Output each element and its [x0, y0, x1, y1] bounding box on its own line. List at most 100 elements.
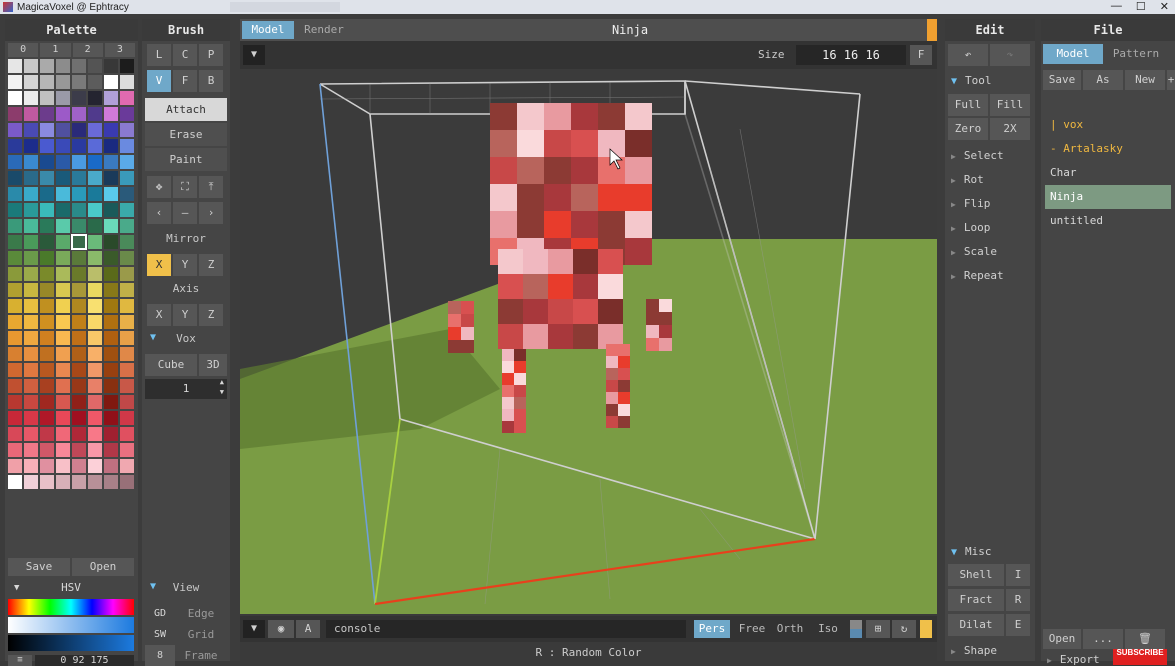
fract-button[interactable]: Fract — [948, 589, 1004, 611]
more-options-icon[interactable]: ... — [1083, 629, 1123, 649]
palette-swatch[interactable] — [40, 283, 54, 297]
palette-swatch[interactable] — [88, 107, 102, 121]
dash-icon[interactable]: — — [173, 202, 197, 224]
palette-swatch[interactable] — [8, 331, 22, 345]
palette-swatch[interactable] — [120, 459, 134, 473]
palette-swatch[interactable] — [104, 203, 118, 217]
tab-render[interactable]: Render — [298, 21, 350, 39]
tab-model[interactable]: Model — [242, 21, 294, 39]
palette-swatch[interactable] — [88, 91, 102, 105]
palette-swatch[interactable] — [88, 363, 102, 377]
palette-swatch[interactable] — [8, 203, 22, 217]
palette-swatch[interactable] — [24, 171, 38, 185]
palette-swatch[interactable] — [40, 299, 54, 313]
view-frame-row[interactable]: 8 Frame — [145, 645, 227, 666]
palette-swatch[interactable] — [88, 59, 102, 73]
palette-swatch[interactable] — [72, 251, 86, 265]
palette-swatch[interactable] — [24, 107, 38, 121]
chevron-right-icon[interactable]: › — [199, 202, 223, 224]
palette-swatch[interactable] — [120, 75, 134, 89]
palette-swatch[interactable] — [56, 219, 70, 233]
palette-swatch[interactable] — [40, 123, 54, 137]
file-new-button[interactable]: New — [1125, 70, 1165, 90]
palette-swatch[interactable] — [104, 347, 118, 361]
palette-swatch[interactable] — [104, 155, 118, 169]
palette-swatch[interactable] — [56, 395, 70, 409]
palette-swatch[interactable] — [72, 475, 86, 489]
palette-swatch[interactable] — [56, 411, 70, 425]
palette-swatch[interactable] — [24, 475, 38, 489]
palette-swatch[interactable] — [104, 235, 118, 249]
palette-swatch[interactable] — [24, 395, 38, 409]
palette-swatch[interactable] — [56, 187, 70, 201]
hsv-header[interactable]: ▼ HSV — [8, 580, 134, 596]
palette-swatch[interactable] — [8, 155, 22, 169]
palette-swatch[interactable] — [88, 475, 102, 489]
palette-swatch[interactable] — [88, 331, 102, 345]
palette-tab-3[interactable]: 3 — [104, 43, 135, 57]
palette-swatch[interactable] — [56, 139, 70, 153]
palette-swatch[interactable] — [72, 331, 86, 345]
export-item[interactable]: ▶ Export — [1047, 653, 1100, 666]
palette-swatch[interactable] — [40, 475, 54, 489]
palette-swatch[interactable] — [40, 411, 54, 425]
palette-swatch[interactable] — [120, 123, 134, 137]
palette-swatch[interactable] — [104, 91, 118, 105]
palette-swatch[interactable] — [72, 299, 86, 313]
palette-swatch[interactable] — [56, 427, 70, 441]
palette-swatch[interactable] — [120, 107, 134, 121]
palette-swatch[interactable] — [24, 187, 38, 201]
palette-swatch[interactable] — [56, 379, 70, 393]
palette-swatch[interactable] — [40, 395, 54, 409]
palette-swatch[interactable] — [40, 235, 54, 249]
palette-swatch[interactable] — [40, 267, 54, 281]
palette-swatch[interactable] — [40, 459, 54, 473]
palette-swatch[interactable] — [8, 427, 22, 441]
subscribe-badge[interactable]: SUBSCRIBE — [1113, 649, 1167, 665]
tool-header[interactable]: ▼ Tool — [951, 74, 992, 87]
palette-swatch[interactable] — [72, 91, 86, 105]
palette-swatch[interactable] — [104, 411, 118, 425]
palette-swatch[interactable] — [56, 75, 70, 89]
palette-swatch[interactable] — [120, 267, 134, 281]
palette-swatch[interactable] — [8, 379, 22, 393]
palette-swatch[interactable] — [56, 299, 70, 313]
brush-c-button[interactable]: C — [173, 44, 197, 66]
file-open-button[interactable]: Open — [1043, 629, 1081, 649]
palette-swatch[interactable] — [120, 59, 134, 73]
palette-swatch[interactable] — [24, 203, 38, 217]
palette-swatch[interactable] — [56, 59, 70, 73]
brush-p-button[interactable]: P — [199, 44, 223, 66]
palette-swatch[interactable] — [56, 363, 70, 377]
dropdown-triangle-icon[interactable]: ▼ — [243, 45, 265, 65]
palette-swatch[interactable] — [40, 187, 54, 201]
palette-swatch[interactable] — [72, 283, 86, 297]
palette-swatch[interactable] — [104, 139, 118, 153]
palette-swatch[interactable] — [120, 363, 134, 377]
palette-swatch[interactable] — [104, 251, 118, 265]
axis-y-button[interactable]: Y — [173, 304, 197, 326]
shell-shortcut[interactable]: I — [1006, 564, 1030, 586]
palette-swatch[interactable] — [72, 107, 86, 121]
file-item-untitled[interactable]: untitled — [1045, 209, 1171, 233]
palette-swatch[interactable] — [72, 315, 86, 329]
size-field[interactable]: 16 16 16 — [796, 45, 906, 65]
palette-swatch[interactable] — [88, 203, 102, 217]
palette-swatch[interactable] — [8, 315, 22, 329]
palette-swatch[interactable] — [104, 299, 118, 313]
palette-swatch[interactable] — [24, 91, 38, 105]
palette-swatch[interactable] — [40, 315, 54, 329]
palette-swatch[interactable] — [40, 203, 54, 217]
repeat-item[interactable]: ▶ Repeat — [951, 269, 1004, 282]
pers-button[interactable]: Pers — [694, 620, 730, 638]
trash-icon[interactable]: 🗑 — [1125, 629, 1165, 649]
view-header[interactable]: ▼ View — [142, 581, 230, 594]
palette-swatch[interactable] — [24, 315, 38, 329]
vox-3d-button[interactable]: 3D — [199, 354, 227, 376]
palette-swatch[interactable] — [88, 251, 102, 265]
close-icon[interactable]: ✕ — [1160, 0, 1169, 13]
palette-swatch[interactable] — [40, 171, 54, 185]
f-button[interactable]: F — [910, 45, 932, 65]
palette-swatch[interactable] — [88, 379, 102, 393]
palette-swatch[interactable] — [72, 139, 86, 153]
